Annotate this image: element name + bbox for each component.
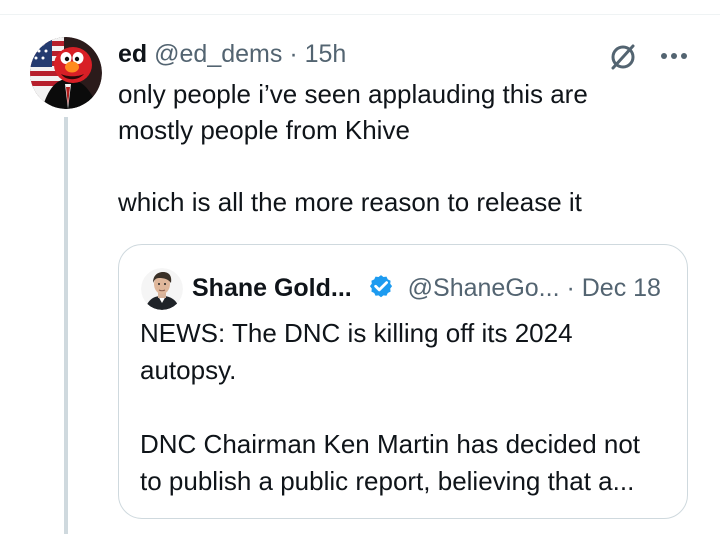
quoted-tweet-card[interactable]: Shane Gold... @ShaneGo... · Dec 18 NEWS:…: [118, 244, 688, 519]
tweet-text: only people i’ve seen applauding this ar…: [118, 79, 588, 217]
quote-date[interactable]: Dec 18: [582, 274, 661, 302]
grok-icon[interactable]: [606, 40, 640, 74]
quote-handle[interactable]: @ShaneGo...: [408, 274, 560, 302]
quote-header-separator: ·: [566, 274, 575, 302]
ellipsis-icon: [661, 53, 687, 59]
user-avatar[interactable]: [30, 37, 102, 109]
timestamp[interactable]: 15h: [305, 40, 347, 68]
display-name[interactable]: ed: [118, 40, 147, 68]
header-separator: ·: [289, 40, 298, 68]
man-portrait-icon: [141, 268, 183, 310]
verified-badge-icon: [369, 275, 392, 298]
handle[interactable]: @ed_dems: [154, 40, 282, 68]
grok-symbol-icon: [611, 44, 635, 70]
more-options-icon[interactable]: [656, 44, 692, 68]
tweet-screen: ed @ed_dems · 15h only people i’ve seen …: [0, 0, 720, 534]
elmo-avatar-icon: [30, 37, 102, 109]
quote-display-name[interactable]: Shane Gold...: [192, 274, 352, 302]
tweet-header: ed @ed_dems · 15h: [118, 36, 346, 72]
top-divider: [0, 14, 720, 15]
quote-header: Shane Gold... @ShaneGo... · Dec 18: [192, 269, 661, 307]
quote-avatar[interactable]: [141, 268, 183, 310]
quote-text: NEWS: The DNC is killing off its 2024 au…: [140, 318, 641, 496]
thread-line: [64, 117, 68, 534]
